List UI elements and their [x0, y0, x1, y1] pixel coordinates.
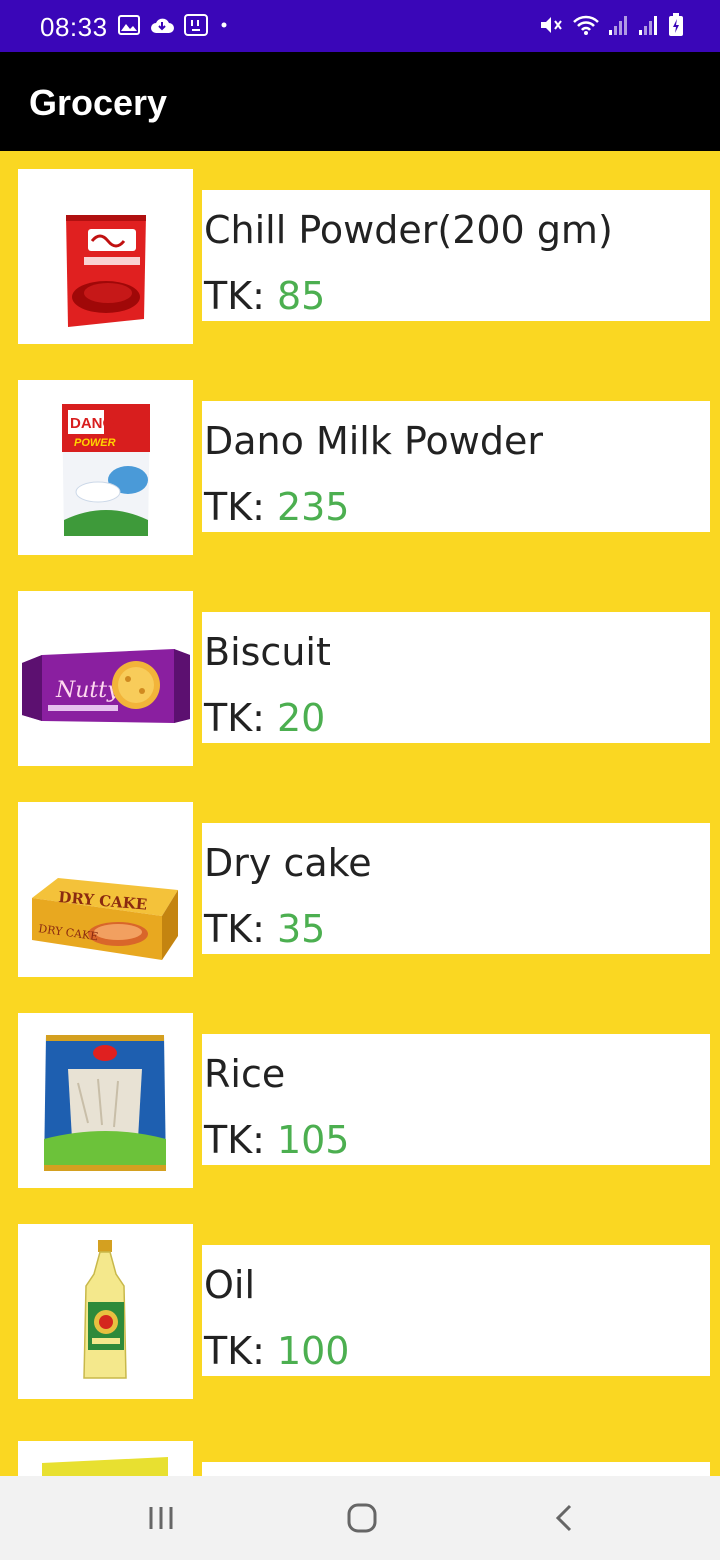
list-item[interactable]: Rice TK: 105 [0, 1013, 720, 1188]
list-item[interactable]: Chill Powder(200 gm) TK: 85 [0, 169, 720, 344]
product-image [18, 169, 193, 344]
signal-icon [608, 14, 630, 36]
image-icon [118, 15, 140, 35]
price-value: 85 [276, 274, 326, 318]
price-row: TK: 35 [204, 907, 325, 951]
product-info: Oil TK: 100 [202, 1245, 710, 1376]
app-bar: Grocery [0, 52, 720, 151]
back-icon [555, 1504, 572, 1532]
product-info: Dry cake TK: 35 [202, 823, 710, 954]
price-label: TK: [204, 696, 265, 740]
product-info: Rice TK: 105 [202, 1034, 710, 1165]
list-item[interactable]: DANO POWER Dano Milk Powder TK: 235 [0, 380, 720, 555]
product-name: Dano Milk Powder [204, 419, 543, 463]
price-value: 105 [276, 1118, 350, 1162]
navigation-bar [0, 1476, 720, 1560]
product-image: DANO POWER [18, 380, 193, 555]
price-label: TK: [204, 1118, 265, 1162]
rice-bag-icon [44, 1035, 166, 1171]
yellow-pack-icon [42, 1457, 168, 1476]
price-row: TK: 235 [204, 485, 349, 529]
price-row: TK: 20 [204, 696, 325, 740]
price-value: 100 [276, 1329, 350, 1373]
status-time: 08:33 [40, 12, 108, 42]
product-info [202, 1462, 710, 1476]
battery-icon [668, 13, 684, 37]
price-row: TK: 105 [204, 1118, 349, 1162]
product-info: Chill Powder(200 gm) TK: 85 [202, 190, 710, 321]
product-name: Rice [204, 1052, 286, 1096]
price-label: TK: [204, 274, 265, 318]
product-info: Dano Milk Powder TK: 235 [202, 401, 710, 532]
price-row: TK: 85 [204, 274, 325, 318]
oil-bottle-icon [83, 1240, 127, 1379]
price-value: 235 [276, 485, 350, 529]
home-button[interactable] [332, 1498, 392, 1538]
product-image [18, 1013, 193, 1188]
voicemail-icon [184, 14, 208, 36]
svg-text:POWER: POWER [74, 437, 116, 449]
product-list[interactable]: Chill Powder(200 gm) TK: 85 DANO POWER Da… [0, 151, 720, 1476]
list-item[interactable] [0, 1441, 720, 1476]
product-info: Biscuit TK: 20 [202, 612, 710, 743]
product-image: Nutty [18, 591, 193, 766]
list-item[interactable]: Nutty Biscuit TK: 20 [0, 591, 720, 766]
dry-cake-box-icon: DRY CAKE DRY CAKE [32, 878, 178, 960]
back-button[interactable] [534, 1498, 594, 1538]
price-label: TK: [204, 907, 265, 951]
home-icon [347, 1503, 377, 1533]
chili-powder-pack-icon [66, 215, 146, 327]
price-value: 20 [276, 696, 326, 740]
product-name: Oil [204, 1263, 256, 1307]
cloud-icon [150, 16, 174, 34]
svg-text:Nutty: Nutty [55, 678, 120, 703]
list-item[interactable]: Oil TK: 100 [0, 1224, 720, 1399]
mute-icon [538, 14, 564, 36]
price-label: TK: [204, 485, 265, 529]
product-name: Biscuit [204, 630, 331, 674]
product-name: Chill Powder(200 gm) [204, 208, 613, 252]
biscuit-pack-icon: Nutty [22, 649, 190, 723]
price-value: 35 [276, 907, 326, 951]
status-bar: 08:33 [0, 0, 720, 52]
product-image [18, 1224, 193, 1399]
price-row: TK: 100 [204, 1329, 349, 1373]
product-name: Dry cake [204, 841, 372, 885]
recent-apps-icon [149, 1507, 173, 1529]
recent-apps-button[interactable] [131, 1498, 191, 1538]
app-title: Grocery [29, 82, 168, 123]
wifi-icon [572, 14, 600, 36]
list-item[interactable]: DRY CAKE DRY CAKE Dry cake TK: 35 [0, 802, 720, 977]
dano-milk-pack-icon: DANO POWER [62, 404, 150, 536]
product-image: DRY CAKE DRY CAKE [18, 802, 193, 977]
svg-text:DANO: DANO [70, 415, 114, 432]
product-image [18, 1441, 193, 1476]
dot-icon [218, 19, 230, 31]
signal-icon [638, 14, 660, 36]
price-label: TK: [204, 1329, 265, 1373]
